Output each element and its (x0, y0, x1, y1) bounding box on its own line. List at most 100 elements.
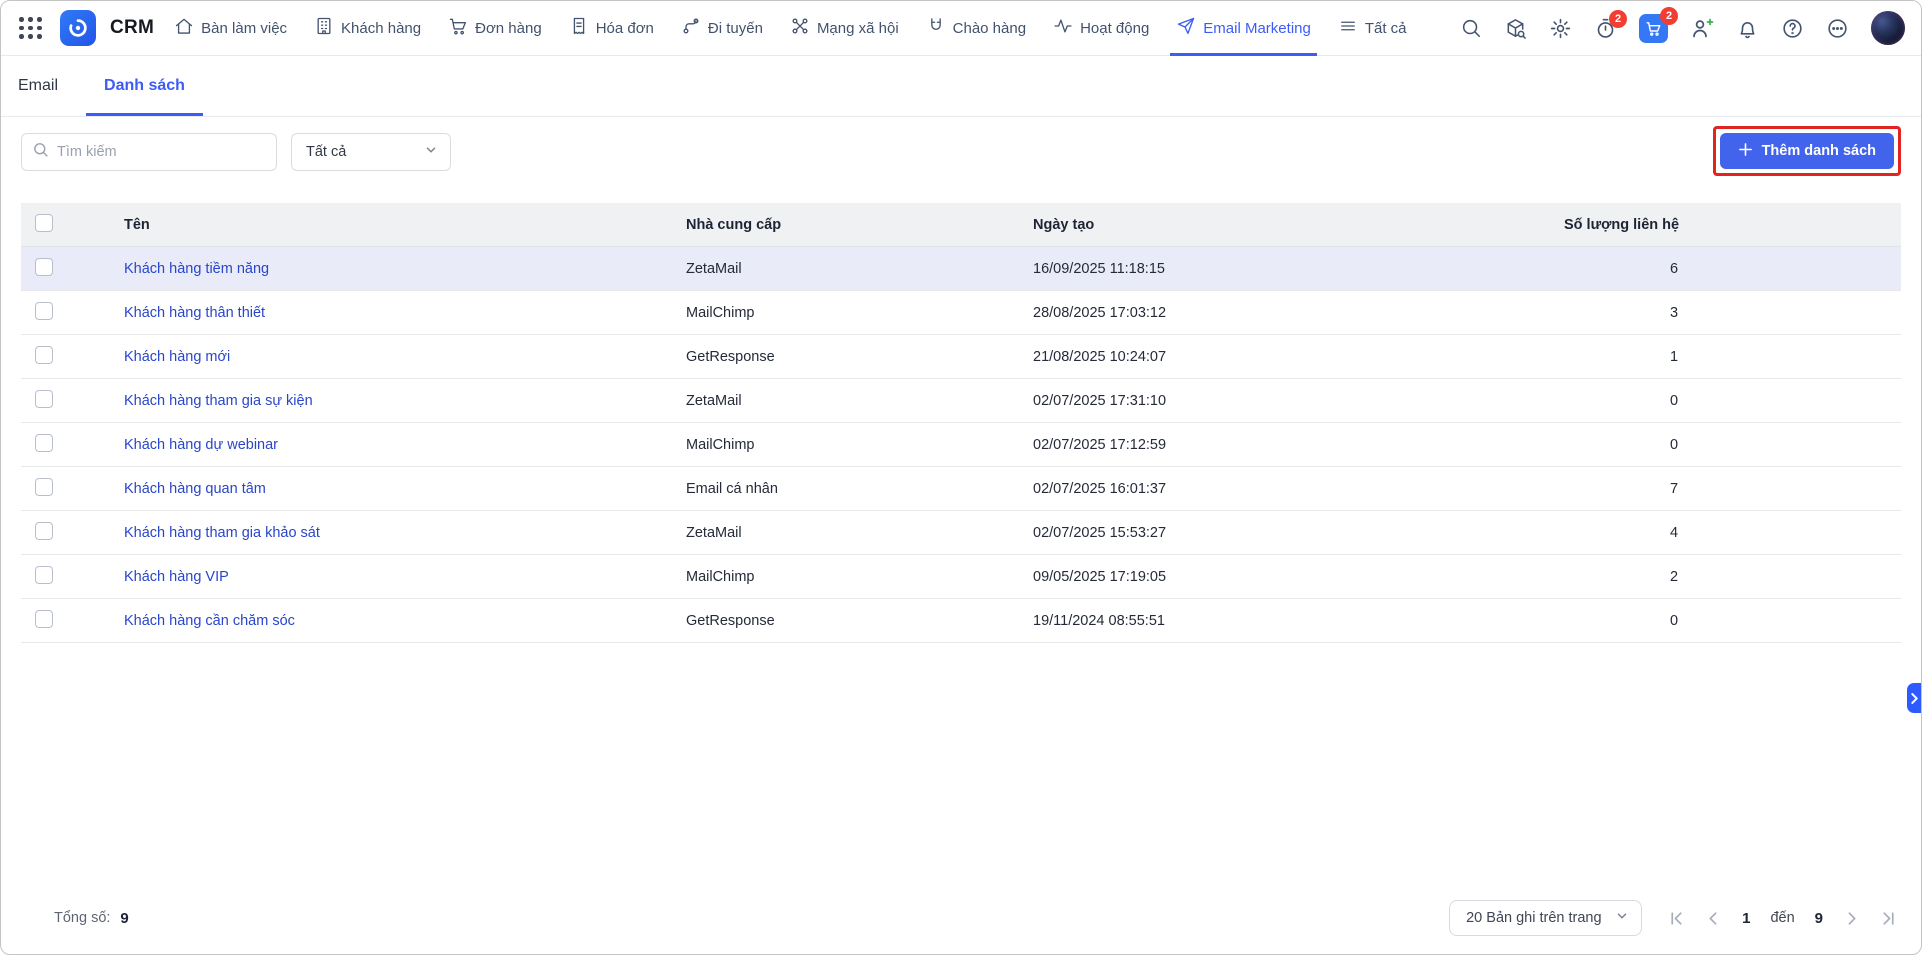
row-checkbox[interactable] (35, 433, 53, 452)
table-row[interactable]: Khách hàng cần chăm sóc GetResponse 19/1… (21, 599, 1901, 643)
row-checkbox[interactable] (35, 257, 53, 276)
provider-cell: ZetaMail (686, 524, 742, 541)
nav-item-orders[interactable]: Đơn hàng (448, 1, 542, 56)
created-cell: 02/07/2025 16:01:37 (1033, 480, 1167, 497)
provider-cell: ZetaMail (686, 260, 742, 277)
search-box[interactable] (21, 133, 277, 171)
created-cell: 19/11/2024 08:55:51 (1033, 612, 1165, 629)
more-icon[interactable] (1826, 17, 1849, 40)
settings-gear-icon[interactable] (1549, 17, 1572, 40)
building-icon (314, 16, 334, 40)
contacts-cell: 3 (1669, 304, 1679, 321)
column-header-created: Ngày tạo (1033, 216, 1095, 233)
row-checkbox[interactable] (35, 345, 53, 364)
contacts-cell: 1 (1669, 348, 1679, 365)
provider-cell: MailChimp (686, 436, 755, 453)
list-toolbar: Tất cả Thêm danh sách (21, 126, 1901, 183)
timer-icon[interactable]: 2 (1594, 9, 1627, 40)
row-checkbox[interactable] (35, 565, 53, 584)
tab-danh-sach[interactable]: Danh sách (86, 56, 203, 116)
provider-cell: Email cá nhân (686, 480, 778, 497)
cart-app-icon[interactable]: 2 (1639, 6, 1678, 43)
nav-item-customers[interactable]: Khách hàng (314, 1, 421, 56)
row-checkbox[interactable] (35, 609, 53, 628)
nav-item-email-marketing[interactable]: Email Marketing (1170, 1, 1317, 56)
crm-window: CRM Bàn làm việc Khách hàng Đơn hàng Hóa… (0, 0, 1922, 955)
prev-page-button[interactable] (1705, 910, 1722, 927)
list-name-link[interactable]: Khách hàng quan tâm (124, 481, 686, 497)
list-name-link[interactable]: Khách hàng tiềm năng (124, 261, 686, 277)
app-title: CRM (110, 17, 155, 38)
nav-item-invoices[interactable]: Hóa đơn (569, 1, 654, 56)
timer-badge: 2 (1609, 9, 1627, 28)
first-page-button[interactable] (1668, 910, 1685, 927)
cart-badge: 2 (1660, 6, 1678, 25)
page-size-dropdown[interactable]: 20 Bản ghi trên trang (1449, 900, 1643, 936)
table-row[interactable]: Khách hàng mới GetResponse 21/08/2025 10… (21, 335, 1901, 379)
list-name-link[interactable]: Khách hàng VIP (124, 569, 686, 585)
contacts-cell: 0 (1669, 436, 1679, 453)
contacts-cell: 2 (1669, 568, 1679, 585)
created-cell: 21/08/2025 10:24:07 (1033, 348, 1167, 365)
nav-item-offers[interactable]: Chào hàng (926, 1, 1026, 56)
help-icon[interactable] (1781, 17, 1804, 40)
tab-email[interactable]: Email (18, 56, 58, 116)
annotation-highlight-box: Thêm danh sách (1712, 126, 1901, 176)
last-page-button[interactable] (1880, 910, 1897, 927)
list-name-link[interactable]: Khách hàng tham gia khảo sát (124, 525, 686, 541)
list-name-link[interactable]: Khách hàng mới (124, 349, 686, 365)
send-icon (1176, 16, 1196, 40)
page-separator: đến (1770, 910, 1795, 926)
notifications-bell-icon[interactable] (1736, 17, 1759, 40)
table-row[interactable]: Khách hàng tham gia sự kiện ZetaMail 02/… (21, 379, 1901, 423)
pagination: 1 đến 9 (1668, 910, 1897, 927)
tab-bar: Email Danh sách (1, 56, 1921, 117)
table-header-row: Tên Nhà cung cấp Ngày tạo Số lượng liên … (21, 203, 1901, 247)
table-row[interactable]: Khách hàng tham gia khảo sát ZetaMail 02… (21, 511, 1901, 555)
table-row[interactable]: Khách hàng quan tâm Email cá nhân 02/07/… (21, 467, 1901, 511)
crm-logo-icon[interactable] (60, 10, 96, 46)
next-page-button[interactable] (1843, 910, 1860, 927)
invoice-icon (569, 16, 589, 40)
created-cell: 28/08/2025 17:03:12 (1033, 304, 1167, 321)
magnet-icon (926, 16, 946, 40)
nav-item-activity[interactable]: Hoạt động (1053, 1, 1149, 56)
list-name-link[interactable]: Khách hàng dự webinar (124, 437, 686, 453)
expand-panel-handle[interactable] (1907, 683, 1921, 713)
nav-item-routes[interactable]: Đi tuyến (681, 1, 763, 56)
route-icon (681, 16, 701, 40)
filter-dropdown[interactable]: Tất cả (291, 133, 451, 171)
created-cell: 02/07/2025 17:31:10 (1033, 392, 1167, 409)
add-list-button[interactable]: Thêm danh sách (1719, 133, 1894, 169)
provider-cell: ZetaMail (686, 392, 742, 409)
list-name-link[interactable]: Khách hàng cần chăm sóc (124, 613, 686, 629)
row-checkbox[interactable] (35, 389, 53, 408)
search-input[interactable] (57, 144, 266, 160)
avatar[interactable] (1871, 11, 1905, 45)
list-name-link[interactable]: Khách hàng tham gia sự kiện (124, 393, 686, 409)
chevron-down-icon (424, 143, 438, 161)
package-search-icon[interactable] (1504, 17, 1527, 40)
cart-icon (448, 16, 468, 40)
select-all-checkbox[interactable] (35, 213, 53, 232)
created-cell: 02/07/2025 17:12:59 (1033, 436, 1167, 453)
table-row[interactable]: Khách hàng thân thiết MailChimp 28/08/20… (21, 291, 1901, 335)
nav-item-all[interactable]: Tất cả (1338, 1, 1407, 56)
table-row[interactable]: Khách hàng VIP MailChimp 09/05/2025 17:1… (21, 555, 1901, 599)
table-row[interactable]: Khách hàng tiềm năng ZetaMail 16/09/2025… (21, 247, 1901, 291)
last-page: 9 (1814, 909, 1823, 927)
row-checkbox[interactable] (35, 521, 53, 540)
provider-cell: GetResponse (686, 612, 775, 629)
list-name-link[interactable]: Khách hàng thân thiết (124, 305, 686, 321)
row-checkbox[interactable] (35, 477, 53, 496)
contacts-cell: 0 (1669, 612, 1679, 629)
row-checkbox[interactable] (35, 301, 53, 320)
nav-item-workspace[interactable]: Bàn làm việc (174, 1, 287, 56)
app-launcher-icon[interactable] (15, 13, 46, 43)
table-row[interactable]: Khách hàng dự webinar MailChimp 02/07/20… (21, 423, 1901, 467)
add-user-icon[interactable] (1690, 16, 1714, 40)
nav-item-social[interactable]: Mạng xã hội (790, 1, 899, 56)
network-icon (790, 16, 810, 40)
chevron-down-icon (1615, 909, 1629, 927)
search-icon[interactable] (1460, 17, 1482, 39)
